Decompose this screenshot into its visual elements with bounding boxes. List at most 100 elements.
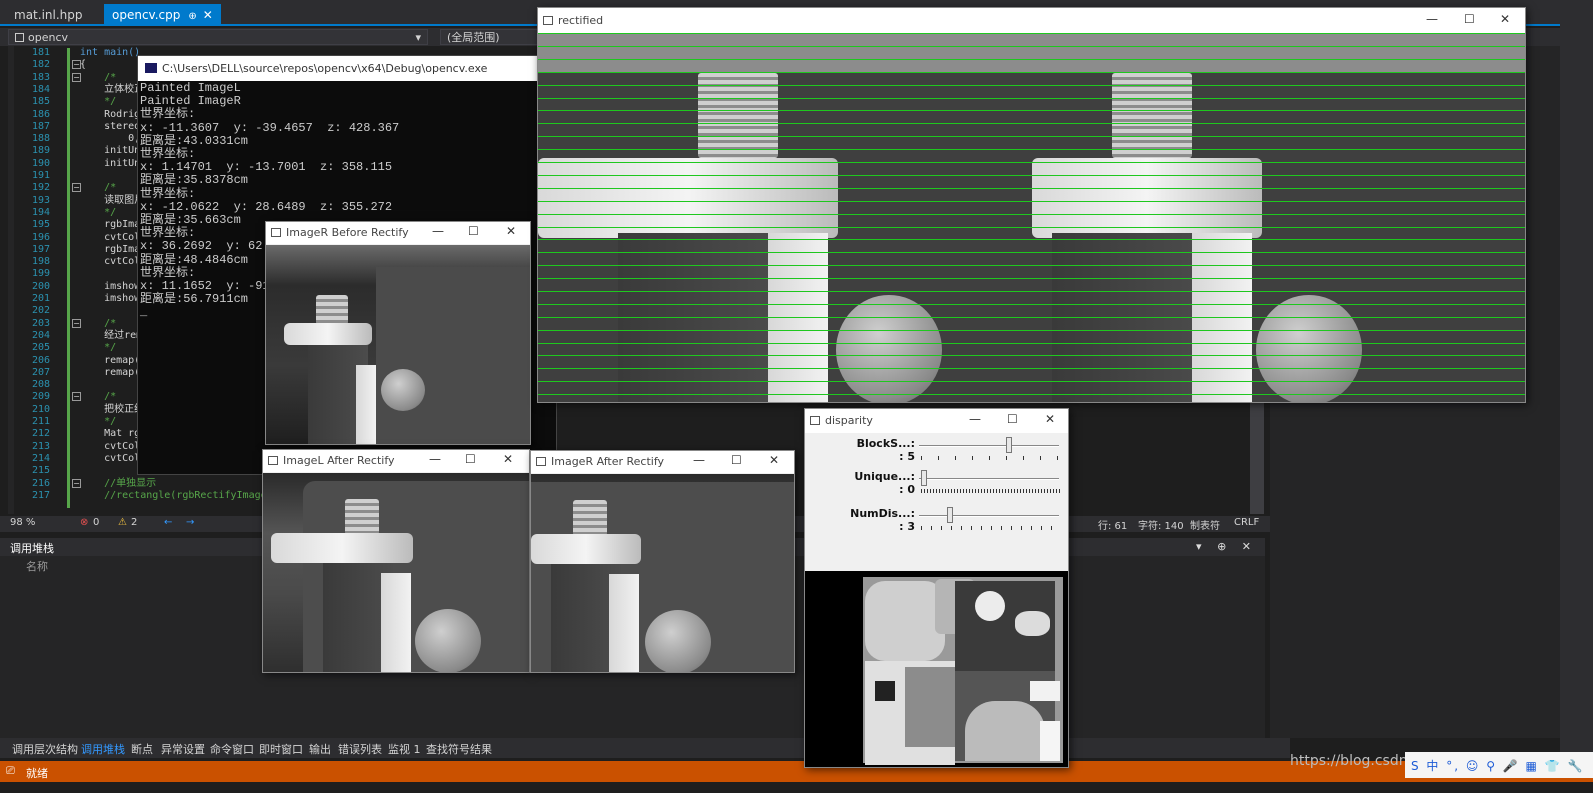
code-line[interactable]: 把校正结 — [80, 404, 144, 416]
fold-toggle-icon[interactable]: − — [72, 60, 81, 70]
slider-label-blocksize: BlockS...: — [856, 437, 915, 450]
disparity-region — [865, 581, 945, 661]
minimize-icon[interactable]: — — [693, 453, 705, 467]
slider-track-blocksize[interactable] — [919, 445, 1059, 447]
rectified-window[interactable]: rectified — ☐ ✕ — [537, 7, 1526, 403]
window-icon — [271, 228, 281, 237]
close-icon[interactable]: ✕ — [503, 452, 513, 466]
tab-find-symbol-results[interactable]: 查找符号结果 — [426, 741, 492, 757]
code-line[interactable]: //rectangle(rgbRectifyImageL, r — [80, 490, 291, 502]
maximize-icon[interactable]: ☐ — [1007, 412, 1018, 426]
minimize-icon[interactable]: — — [432, 224, 444, 238]
maximize-icon[interactable]: ☐ — [468, 224, 479, 238]
window-title-bar[interactable]: disparity — ☐ ✕ — [805, 409, 1068, 433]
window-icon — [810, 416, 820, 425]
window-title-bar[interactable]: ImageR After Rectify — ☐ ✕ — [531, 451, 794, 473]
disparity-window[interactable]: disparity — ☐ ✕ BlockS...: : 5 Unique...… — [804, 408, 1069, 768]
imageL-after-window[interactable]: ImageL After Rectify — ☐ ✕ — [262, 449, 530, 673]
orange — [836, 295, 942, 402]
tab-exception-settings[interactable]: 异常设置 — [161, 741, 205, 757]
code-line[interactable]: int main() — [80, 47, 140, 59]
fold-toggle-icon[interactable]: − — [72, 183, 81, 193]
tab-output[interactable]: 输出 — [309, 741, 331, 757]
maximize-icon[interactable]: ☐ — [1464, 12, 1475, 26]
slider-thumb-blocksize[interactable] — [1006, 437, 1012, 453]
code-line[interactable]: //单独显示 — [80, 478, 156, 490]
code-line[interactable]: /* — [80, 391, 116, 403]
close-tab-icon[interactable]: ✕ — [203, 8, 213, 22]
code-line[interactable]: */ — [80, 207, 116, 219]
epipolar-line — [538, 162, 1525, 163]
slider-thumb-uniqueness[interactable] — [921, 470, 927, 486]
tab-error-list[interactable]: 错误列表 — [338, 741, 382, 757]
minimize-icon[interactable]: — — [969, 412, 981, 426]
arrow-left-icon[interactable]: ← — [164, 517, 172, 528]
close-icon[interactable]: ✕ — [1500, 12, 1510, 26]
epipolar-line — [538, 278, 1525, 279]
console-line: 世界坐标: — [140, 265, 196, 280]
window-title-bar[interactable]: rectified — ☐ ✕ — [538, 8, 1525, 33]
fold-toggle-icon[interactable]: − — [72, 392, 81, 402]
orange — [381, 369, 425, 411]
minimize-icon[interactable]: — — [429, 452, 441, 466]
slider-thumb-numdisparities[interactable] — [947, 507, 953, 523]
code-line[interactable]: /* — [80, 318, 116, 330]
scope-dropdown[interactable]: (全局范围) — [440, 29, 540, 45]
slider-ticks — [921, 489, 1061, 493]
line-number: 186 — [31, 108, 50, 120]
tab-opencv-cpp[interactable]: opencv.cpp ⊕ ✕ — [104, 4, 221, 26]
line-number: 210 — [31, 403, 50, 415]
maximize-icon[interactable]: ☐ — [731, 453, 742, 467]
project-dropdown[interactable]: opencv ▾ — [8, 29, 428, 45]
tab-watch-1[interactable]: 监视 1 — [388, 741, 421, 757]
tab-immediate-window[interactable]: 即时窗口 — [259, 741, 303, 757]
code-line[interactable]: */ — [80, 416, 116, 428]
line-number: 216 — [31, 477, 50, 489]
code-line[interactable]: 立体校正 — [80, 84, 144, 96]
tab-breakpoints[interactable]: 断点 — [131, 741, 153, 757]
close-icon[interactable]: ✕ — [506, 224, 516, 238]
panel-controls[interactable]: ▾ ⊕ ✕ — [1196, 540, 1257, 553]
line-number: 198 — [31, 256, 50, 268]
console-title-bar[interactable]: C:\Users\DELL\source\repos\opencv\x64\De… — [138, 56, 556, 81]
ime-icons[interactable]: S 中 °, ☺ ⚲ 🎤 ▦ 👕 🔧 — [1411, 757, 1584, 774]
maximize-icon[interactable]: ☐ — [465, 452, 476, 466]
close-icon[interactable]: ✕ — [769, 453, 779, 467]
imageR-after-window[interactable]: ImageR After Rectify — ☐ ✕ — [530, 450, 795, 673]
code-line[interactable]: */ — [80, 96, 116, 108]
fold-toggle-icon[interactable]: − — [72, 478, 81, 488]
eol-indicator: CRLF — [1234, 517, 1260, 528]
tab-mat-inl-hpp[interactable]: mat.inl.hpp — [6, 4, 91, 26]
slider-track-numdisparities[interactable] — [919, 515, 1059, 517]
zoom-level[interactable]: 98 % — [10, 517, 35, 528]
fold-toggle-icon[interactable]: − — [72, 318, 81, 328]
imageR-before-window[interactable]: ImageR Before Rectify — ☐ ✕ — [265, 221, 531, 445]
code-line[interactable]: 读取图片 — [80, 195, 144, 207]
code-line[interactable]: /* — [80, 72, 116, 84]
tab-command-window[interactable]: 命令窗口 — [210, 741, 254, 757]
window-title-bar[interactable]: ImageR Before Rectify — ☐ ✕ — [266, 222, 530, 244]
warning-icon[interactable]: ⚠ — [118, 517, 127, 528]
line-number: 190 — [31, 157, 50, 169]
tab-call-hierarchy[interactable]: 调用层次结构 — [12, 741, 78, 757]
error-icon[interactable]: ⊗ — [80, 517, 88, 528]
slider-track-uniqueness[interactable] — [919, 478, 1059, 480]
code-line[interactable]: */ — [80, 342, 116, 354]
line-number: 193 — [31, 194, 50, 206]
column-header-name[interactable]: 名称 — [26, 558, 48, 574]
window-title-bar[interactable]: ImageL After Rectify — ☐ ✕ — [263, 450, 529, 472]
system-tray-ime[interactable]: S 中 °, ☺ ⚲ 🎤 ▦ 👕 🔧 — [1405, 752, 1593, 778]
fold-toggle-icon[interactable]: − — [72, 72, 81, 82]
arrow-right-icon[interactable]: → — [186, 517, 194, 528]
tab-label: opencv.cpp — [112, 8, 181, 22]
minimize-icon[interactable]: — — [1426, 12, 1438, 26]
breakpoint-gutter[interactable] — [8, 46, 14, 514]
line-number: 208 — [31, 379, 50, 391]
code-line[interactable]: /* — [80, 182, 116, 194]
code-line[interactable]: 经过rem — [80, 330, 142, 342]
line-number: 206 — [31, 354, 50, 366]
pin-icon[interactable]: ⊕ — [188, 11, 196, 22]
close-icon[interactable]: ✕ — [1045, 412, 1055, 426]
tab-call-stack[interactable]: 调用堆栈 — [81, 741, 125, 757]
bottle-cap — [316, 295, 348, 325]
